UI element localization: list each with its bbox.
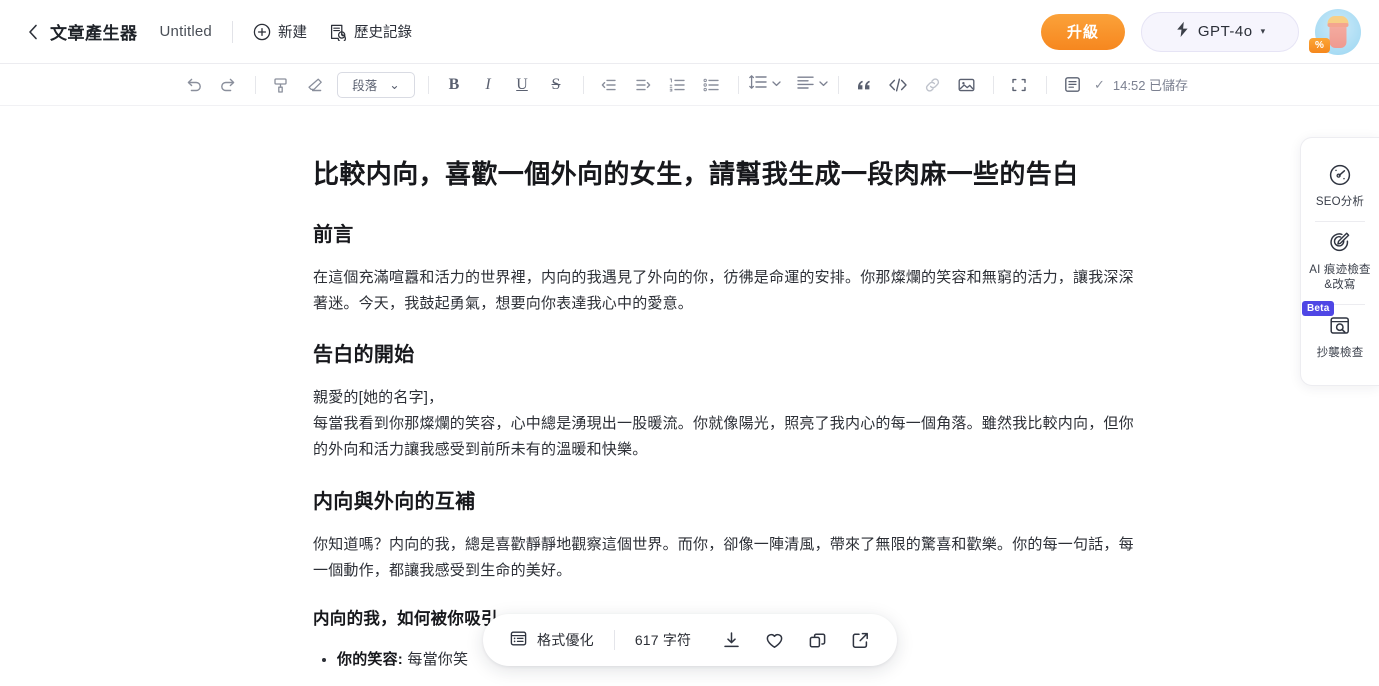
beta-badge: Beta xyxy=(1302,300,1335,316)
format-painter-icon[interactable] xyxy=(265,70,297,100)
upgrade-button[interactable]: 升級 xyxy=(1041,13,1125,50)
section-heading: 内向與外向的互補 xyxy=(313,490,476,513)
new-document-button[interactable]: 新建 xyxy=(253,21,307,42)
toolbar-divider xyxy=(738,75,739,94)
plus-circle-icon xyxy=(253,23,271,41)
save-icon[interactable] xyxy=(1056,70,1088,100)
sidebar-item-ai-detection[interactable]: AI 痕迹檢查 &改寫 xyxy=(1301,222,1379,304)
external-link-icon[interactable] xyxy=(850,630,871,651)
discount-badge: % xyxy=(1309,37,1330,53)
check-icon: ✓ xyxy=(1094,76,1105,92)
image-icon[interactable] xyxy=(950,70,982,100)
ai-detect-pen-icon xyxy=(1327,230,1353,256)
sidebar-item-label: AI 痕迹檢查 &改寫 xyxy=(1309,263,1371,292)
back-chevron-icon[interactable] xyxy=(22,21,44,43)
tools-side-panel: SEO分析 AI 痕迹檢查 &改寫 Beta 抄襲檢查 xyxy=(1300,137,1379,387)
floating-bar-divider xyxy=(613,630,615,650)
section-paragraph: 親愛的[她的名字]， 每當我看到你那燦爛的笑容，心中總是湧現出一股暖流。你就像陽… xyxy=(313,389,1134,458)
line-height-icon xyxy=(748,73,768,96)
ordered-list-icon[interactable] xyxy=(661,70,693,100)
new-document-label: 新建 xyxy=(277,25,307,41)
toolbar-divider xyxy=(583,75,584,94)
header-left-group: 文章產生器 Untitled 新建 歷史記錄 xyxy=(0,19,434,44)
line-height-button[interactable] xyxy=(748,73,782,96)
history-icon xyxy=(329,23,347,41)
chevron-down-icon: ▾ xyxy=(1260,26,1266,36)
app-title: 文章產生器 xyxy=(50,24,138,43)
avatar[interactable]: % xyxy=(1309,8,1361,55)
header-divider xyxy=(231,20,233,43)
toolbar-divider xyxy=(428,75,429,94)
link-icon[interactable] xyxy=(916,70,948,100)
download-icon[interactable] xyxy=(721,630,742,651)
chevron-down-icon xyxy=(818,76,829,94)
spark-icon xyxy=(1175,21,1190,43)
avatar-headband xyxy=(1327,22,1349,27)
list-item-term: 你的笑容: xyxy=(337,650,403,668)
list-item-text: 每當你笑 xyxy=(403,650,469,668)
copy-icon[interactable] xyxy=(807,630,828,651)
chevron-down-icon xyxy=(771,76,782,94)
sidebar-item-label: 抄襲檢查 xyxy=(1316,346,1364,359)
toolbar-divider xyxy=(993,75,994,94)
page-title: 比較内向，喜歡一個外向的女生，請幫我生成一段肉麻一些的告白 xyxy=(313,159,1079,189)
block-style-select[interactable]: 段落 ⌄ xyxy=(337,71,415,98)
toolbar-divider xyxy=(838,75,839,94)
format-list-icon xyxy=(509,629,528,651)
chevron-down-icon: ⌄ xyxy=(389,78,400,92)
sidebar-item-seo-analysis[interactable]: SEO分析 xyxy=(1301,154,1379,221)
eraser-icon[interactable] xyxy=(299,70,331,100)
fullscreen-icon[interactable] xyxy=(1003,70,1035,100)
floating-bar-icons xyxy=(721,630,871,651)
sidebar-item-label: SEO分析 xyxy=(1315,196,1365,208)
document-title-field[interactable]: Untitled xyxy=(160,23,212,40)
text-align-button[interactable] xyxy=(796,73,829,96)
bullet-list-icon[interactable] xyxy=(695,70,727,100)
sidebar-item-plagiarism-check[interactable]: Beta 抄襲檢查 xyxy=(1301,300,1379,372)
italic-button[interactable]: I xyxy=(472,70,504,100)
block-style-value: 段落 xyxy=(352,79,378,93)
outdent-icon[interactable] xyxy=(593,70,625,100)
section-heading: 告白的開始 xyxy=(313,344,415,367)
character-count: 617 字符 xyxy=(634,632,692,648)
plagiarism-search-icon xyxy=(1327,313,1353,339)
floating-action-bar: 格式優化 617 字符 xyxy=(483,614,897,666)
format-optimize-label: 格式優化 xyxy=(537,632,594,648)
section-heading: 前言 xyxy=(313,223,354,246)
heart-icon[interactable] xyxy=(764,630,785,651)
save-status: ✓ 14:52 已儲存 xyxy=(1094,75,1188,94)
editor-toolbar: 段落 ⌄ B I U S ✓ 14:52 已儲存 xyxy=(0,64,1379,106)
header-right-group: 升級 GPT-4o ▾ % xyxy=(1041,8,1379,55)
format-optimize-button[interactable]: 格式優化 xyxy=(509,629,594,651)
history-label: 歷史記錄 xyxy=(353,25,412,41)
indent-icon[interactable] xyxy=(627,70,659,100)
model-selector[interactable]: GPT-4o ▾ xyxy=(1141,11,1299,52)
seo-gauge-icon xyxy=(1327,162,1353,188)
save-status-label: 14:52 已儲存 xyxy=(1112,78,1189,93)
section-paragraph: 在這個充滿喧囂和活力的世界裡，内向的我遇見了外向的你，彷彿是命運的安排。你那燦爛… xyxy=(313,268,1134,312)
document-editor[interactable]: 比較内向，喜歡一個外向的女生，請幫我生成一段肉麻一些的告白 前言 在這個充滿喧囂… xyxy=(0,106,1379,686)
history-button[interactable]: 歷史記錄 xyxy=(329,21,412,42)
undo-icon[interactable] xyxy=(178,70,210,100)
toolbar-divider xyxy=(1046,75,1047,94)
section-paragraph: 你知道嗎？内向的我，總是喜歡靜靜地觀察這個世界。而你，卻像一陣清風，帶來了無限的… xyxy=(313,535,1134,579)
quote-icon[interactable] xyxy=(848,70,880,100)
model-label: GPT-4o xyxy=(1197,23,1253,40)
app-header: 文章產生器 Untitled 新建 歷史記錄 升級 GPT-4o ▾ % xyxy=(0,0,1379,64)
document-content: 比較内向，喜歡一個外向的女生，請幫我生成一段肉麻一些的告白 前言 在這個充滿喧囂… xyxy=(0,106,1160,673)
redo-icon[interactable] xyxy=(212,70,244,100)
toolbar-divider xyxy=(255,75,256,94)
bold-button[interactable]: B xyxy=(438,70,470,100)
underline-button[interactable]: U xyxy=(506,70,538,100)
strikethrough-button[interactable]: S xyxy=(540,70,572,100)
code-icon[interactable] xyxy=(882,70,914,100)
align-left-icon xyxy=(796,73,815,96)
